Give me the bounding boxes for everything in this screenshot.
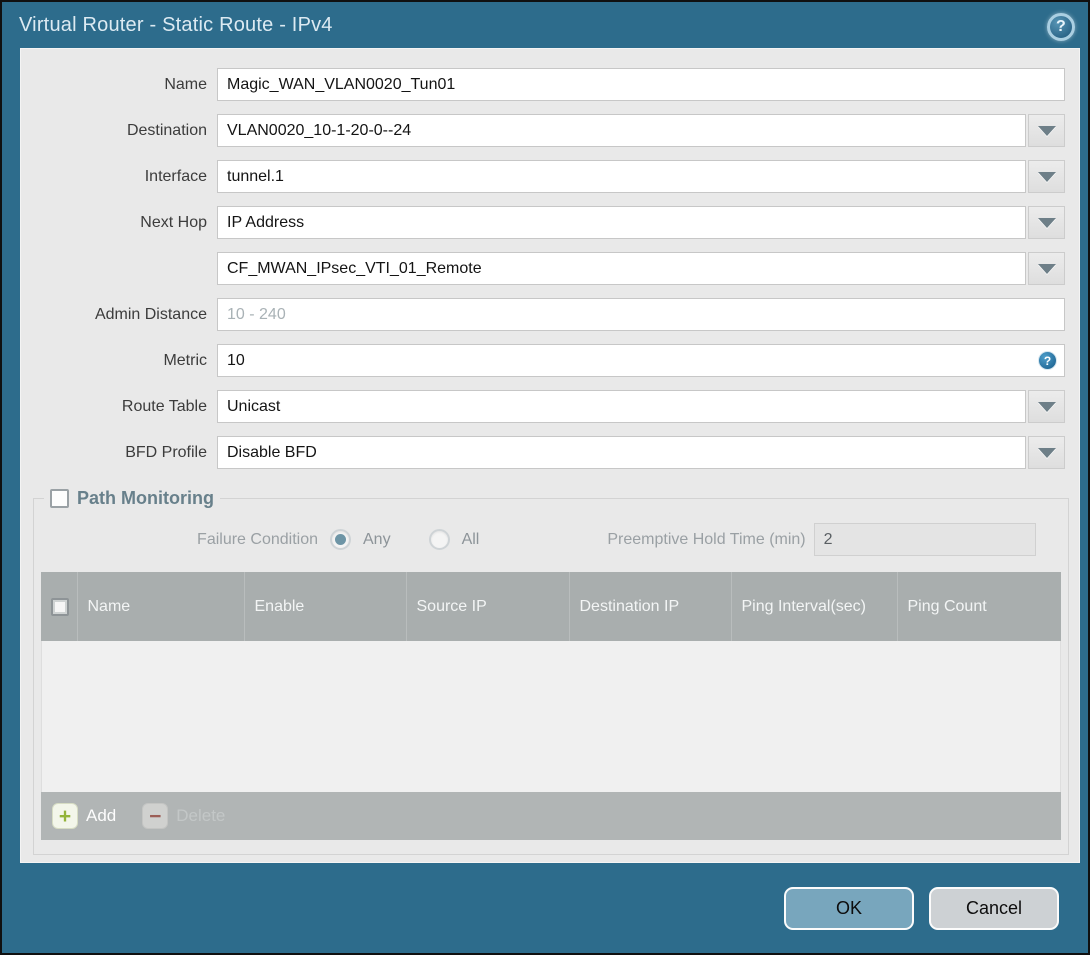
next-hop-address-row — [21, 252, 1065, 285]
admin-distance-label: Admin Distance — [94, 305, 207, 323]
dialog-title: Virtual Router - Static Route - IPv4 — [19, 13, 333, 36]
column-header-ping-count[interactable]: Ping Count — [897, 572, 1061, 641]
next-hop-label: Next Hop — [140, 213, 207, 231]
chevron-down-icon — [1037, 125, 1056, 136]
dialog-content: Name Destination Interface — [20, 48, 1080, 863]
interface-input[interactable] — [217, 160, 1026, 193]
failure-condition-row: Failure Condition Any All Preemptive Hol… — [40, 523, 1052, 556]
chevron-down-icon — [1037, 217, 1056, 228]
add-button-label: Add — [86, 806, 117, 825]
chevron-down-icon — [1037, 401, 1056, 412]
destination-row: Destination — [21, 114, 1065, 147]
chevron-down-icon — [1037, 447, 1056, 458]
delete-button-label: Delete — [176, 806, 226, 825]
preemptive-hold-time-label: Preemptive Hold Time (min) — [607, 530, 806, 548]
interface-dropdown-button[interactable] — [1028, 160, 1065, 193]
destination-label: Destination — [126, 121, 207, 139]
ok-button[interactable]: OK — [784, 886, 914, 930]
next-hop-type-dropdown-button[interactable] — [1028, 206, 1065, 239]
destination-input[interactable] — [217, 114, 1026, 147]
destination-dropdown-button[interactable] — [1028, 114, 1065, 147]
delete-button[interactable]: − Delete — [142, 803, 225, 829]
radio-all-icon[interactable] — [428, 529, 450, 550]
table-footer-bar: + Add − Delete — [41, 792, 1061, 840]
bfd-profile-label: BFD Profile — [125, 443, 207, 461]
radio-any-icon[interactable] — [330, 529, 351, 550]
metric-help-icon[interactable]: ? — [1038, 351, 1057, 370]
delete-icon: − — [142, 803, 169, 829]
preemptive-hold-time-input[interactable] — [813, 523, 1036, 556]
path-monitoring-table: Name Enable Source IP Destination IP Pin… — [41, 572, 1061, 840]
table-header-row: Name Enable Source IP Destination IP Pin… — [41, 572, 1061, 641]
column-header-enable[interactable]: Enable — [244, 572, 407, 641]
failure-condition-any-option[interactable]: Any — [330, 529, 391, 550]
name-label: Name — [164, 75, 207, 93]
metric-input[interactable] — [217, 344, 1065, 377]
interface-label: Interface — [144, 167, 207, 185]
metric-row: Metric ? — [21, 344, 1065, 377]
column-header-ping-interval[interactable]: Ping Interval(sec) — [731, 572, 898, 641]
failure-condition-all-option[interactable]: All — [428, 529, 480, 550]
help-icon[interactable]: ? — [1047, 13, 1075, 41]
add-button[interactable]: + Add — [52, 803, 116, 829]
dialog-footer: OK Cancel — [2, 863, 1088, 953]
bfd-profile-dropdown-button[interactable] — [1028, 436, 1065, 469]
name-input[interactable] — [217, 68, 1065, 101]
dialog-titlebar: Virtual Router - Static Route - IPv4 ? — [2, 2, 1088, 48]
select-all-checkbox[interactable] — [51, 597, 69, 616]
chevron-down-icon — [1037, 263, 1056, 274]
metric-label: Metric — [163, 351, 207, 369]
column-header-name[interactable]: Name — [77, 572, 245, 641]
radio-any-label: Any — [363, 530, 391, 548]
next-hop-address-dropdown-button[interactable] — [1028, 252, 1065, 285]
chevron-down-icon — [1037, 171, 1056, 182]
column-header-destination-ip[interactable]: Destination IP — [569, 572, 732, 641]
path-monitoring-checkbox[interactable] — [50, 489, 69, 508]
next-hop-row: Next Hop — [21, 206, 1065, 239]
table-body-empty — [41, 641, 1061, 792]
admin-distance-row: Admin Distance — [21, 298, 1065, 331]
failure-condition-radio-group: Any All — [330, 529, 479, 550]
cancel-button[interactable]: Cancel — [929, 886, 1059, 930]
route-table-label: Route Table — [121, 397, 207, 415]
route-table-row: Route Table — [21, 390, 1065, 423]
radio-all-label: All — [461, 530, 480, 548]
route-table-input[interactable] — [217, 390, 1026, 423]
bfd-profile-row: BFD Profile — [21, 436, 1065, 469]
name-row: Name — [21, 68, 1065, 101]
next-hop-address-input[interactable] — [217, 252, 1026, 285]
admin-distance-input[interactable] — [217, 298, 1065, 331]
path-monitoring-legend: Path Monitoring — [44, 488, 220, 509]
select-all-cell — [41, 572, 78, 641]
interface-row: Interface — [21, 160, 1065, 193]
column-header-source-ip[interactable]: Source IP — [406, 572, 570, 641]
next-hop-type-input[interactable] — [217, 206, 1026, 239]
add-icon: + — [52, 803, 78, 829]
route-table-dropdown-button[interactable] — [1028, 390, 1065, 423]
path-monitoring-title: Path Monitoring — [77, 488, 214, 508]
static-route-dialog: Virtual Router - Static Route - IPv4 ? N… — [0, 0, 1090, 955]
failure-condition-label: Failure Condition — [197, 530, 318, 548]
path-monitoring-section: Path Monitoring Failure Condition Any Al… — [33, 488, 1069, 855]
bfd-profile-input[interactable] — [217, 436, 1026, 469]
